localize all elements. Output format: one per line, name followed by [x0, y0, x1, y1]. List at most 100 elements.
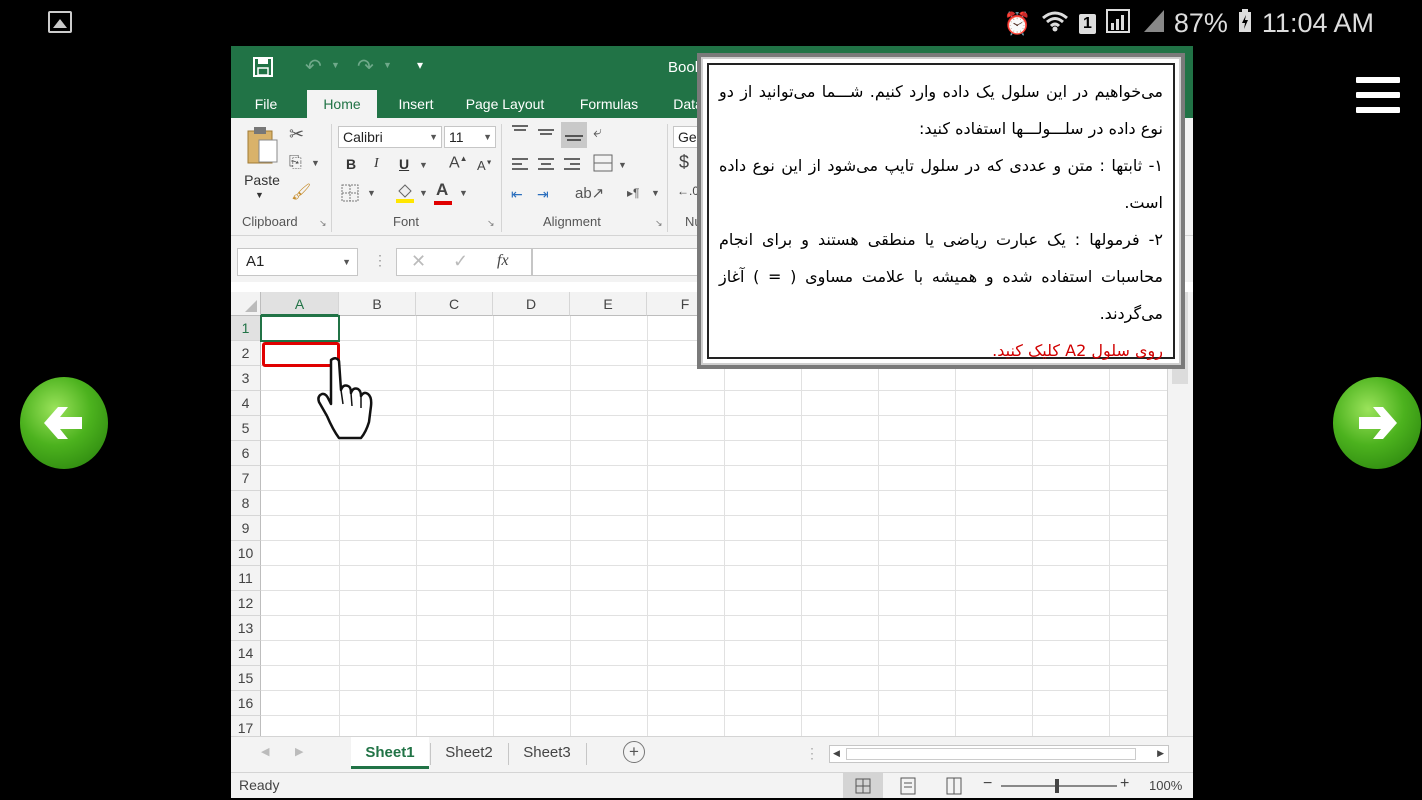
save-icon[interactable] [253, 57, 273, 82]
sheet-tab-sheet1[interactable]: Sheet1 [351, 737, 429, 769]
row-header-7[interactable]: 7 [231, 466, 261, 491]
decrease-indent-icon[interactable]: ⇤ [511, 186, 523, 203]
redo-dropdown-icon[interactable]: ▼ [383, 60, 392, 70]
currency-button[interactable]: $ [679, 152, 689, 173]
increase-font-icon[interactable]: A▲ [449, 154, 468, 172]
column-header-d[interactable]: D [493, 292, 570, 316]
row-header-2[interactable]: 2 [231, 341, 261, 366]
font-family-select[interactable]: Calibri ▼ [338, 126, 442, 148]
active-cell-a1[interactable] [260, 315, 340, 342]
copy-dropdown-icon[interactable]: ▼ [311, 158, 320, 168]
row-header-4[interactable]: 4 [231, 391, 261, 416]
font-color-icon[interactable]: A [436, 180, 448, 200]
tab-file[interactable]: File [241, 90, 291, 118]
font-launcher-icon[interactable]: ↘ [487, 218, 495, 229]
customize-qat-icon[interactable]: ▾ [417, 58, 423, 72]
row-header-6[interactable]: 6 [231, 441, 261, 466]
horizontal-scroll-thumb[interactable] [846, 748, 1136, 760]
align-right-icon[interactable] [563, 156, 581, 177]
bold-button[interactable]: B [346, 156, 356, 172]
zoom-level[interactable]: 100% [1149, 778, 1182, 793]
select-all-corner[interactable] [231, 292, 261, 316]
page-layout-view-icon[interactable] [899, 777, 917, 798]
normal-view-button[interactable] [843, 773, 883, 798]
paste-icon[interactable] [245, 126, 279, 171]
row-header-15[interactable]: 15 [231, 666, 261, 691]
cancel-icon[interactable]: ✕ [411, 251, 426, 272]
increase-indent-icon[interactable]: ⇥ [537, 186, 549, 203]
align-bottom-button[interactable] [561, 122, 587, 148]
row-header-3[interactable]: 3 [231, 366, 261, 391]
tab-home[interactable]: Home [307, 90, 377, 118]
sheet-tab-sheet2[interactable]: Sheet2 [431, 737, 507, 769]
tab-insert[interactable]: Insert [383, 90, 449, 118]
paste-label[interactable]: Paste [243, 172, 281, 188]
undo-dropdown-icon[interactable]: ▼ [331, 60, 340, 70]
align-top-icon[interactable] [511, 124, 529, 143]
increase-decimal-icon[interactable]: ←.0 [677, 184, 699, 198]
column-header-e[interactable]: E [570, 292, 647, 316]
add-sheet-icon[interactable]: + [623, 741, 645, 763]
font-color-dropdown-icon[interactable]: ▼ [459, 188, 468, 198]
orientation-icon[interactable]: ab↗ [575, 184, 604, 202]
sheet-next-icon[interactable]: ▶ [295, 745, 303, 758]
text-direction-icon[interactable]: ▸¶ [627, 186, 639, 200]
font-size-select[interactable]: 11 ▼ [444, 126, 496, 148]
align-center-icon[interactable] [537, 156, 555, 177]
borders-icon[interactable] [341, 184, 359, 207]
zoom-slider-handle[interactable] [1055, 779, 1059, 793]
row-header-9[interactable]: 9 [231, 516, 261, 541]
insert-function-button[interactable]: fx [497, 252, 509, 270]
row-header-1[interactable]: 1 [231, 316, 261, 341]
hamburger-menu-icon[interactable] [1356, 77, 1400, 113]
scroll-left-icon[interactable]: ◀ [833, 748, 840, 759]
fill-color-icon[interactable] [395, 182, 415, 209]
previous-button[interactable] [20, 377, 108, 469]
decrease-font-icon[interactable]: A▼ [477, 158, 493, 173]
sheet-tab-sheet3[interactable]: Sheet3 [509, 737, 585, 769]
copy-icon[interactable]: ⎘ [289, 154, 302, 172]
paste-dropdown-icon[interactable]: ▼ [255, 190, 264, 200]
align-left-icon[interactable] [511, 156, 529, 177]
alignment-launcher-icon[interactable]: ↘ [655, 218, 663, 229]
scroll-right-icon[interactable]: ▶ [1157, 748, 1164, 759]
page-break-view-icon[interactable] [945, 777, 963, 798]
row-header-14[interactable]: 14 [231, 641, 261, 666]
column-header-b[interactable]: B [339, 292, 416, 316]
row-header-5[interactable]: 5 [231, 416, 261, 441]
more-options-icon[interactable]: ⋮ [373, 252, 387, 269]
column-header-a[interactable]: A [261, 292, 339, 316]
row-header-12[interactable]: 12 [231, 591, 261, 616]
row-header-10[interactable]: 10 [231, 541, 261, 566]
text-direction-dropdown-icon[interactable]: ▼ [651, 188, 660, 198]
row-header-8[interactable]: 8 [231, 491, 261, 516]
tab-formulas[interactable]: Formulas [567, 90, 651, 118]
zoom-slider[interactable] [1001, 779, 1117, 793]
tab-page-layout[interactable]: Page Layout [457, 90, 553, 118]
row-header-16[interactable]: 16 [231, 691, 261, 716]
name-box[interactable]: A1 ▼ [237, 248, 358, 276]
align-middle-icon[interactable] [537, 126, 555, 145]
undo-icon[interactable]: ↶ [305, 54, 322, 79]
zoom-out-icon[interactable]: − [983, 775, 992, 793]
sheet-prev-icon[interactable]: ◀ [261, 745, 269, 758]
tab-split-icon[interactable]: ⋮ [805, 745, 819, 762]
wrap-text-icon[interactable]: ⤶ [593, 124, 602, 142]
cut-icon[interactable]: ✂ [289, 124, 304, 145]
horizontal-scrollbar[interactable]: ◀ ▶ [829, 745, 1169, 763]
underline-dropdown-icon[interactable]: ▼ [419, 160, 428, 170]
fill-color-dropdown-icon[interactable]: ▼ [419, 188, 428, 198]
merge-center-icon[interactable] [593, 154, 613, 177]
clipboard-launcher-icon[interactable]: ↘ [319, 218, 327, 229]
enter-icon[interactable]: ✓ [453, 251, 468, 272]
borders-dropdown-icon[interactable]: ▼ [367, 188, 376, 198]
row-header-11[interactable]: 11 [231, 566, 261, 591]
next-button[interactable] [1333, 377, 1421, 469]
underline-button[interactable]: U [399, 156, 409, 172]
column-header-c[interactable]: C [416, 292, 493, 316]
italic-button[interactable]: I [374, 156, 379, 172]
merge-dropdown-icon[interactable]: ▼ [618, 160, 627, 170]
redo-icon[interactable]: ↷ [357, 54, 374, 79]
format-painter-icon[interactable]: 🖌 [291, 182, 311, 202]
name-box-dropdown-icon[interactable]: ▼ [342, 249, 351, 275]
